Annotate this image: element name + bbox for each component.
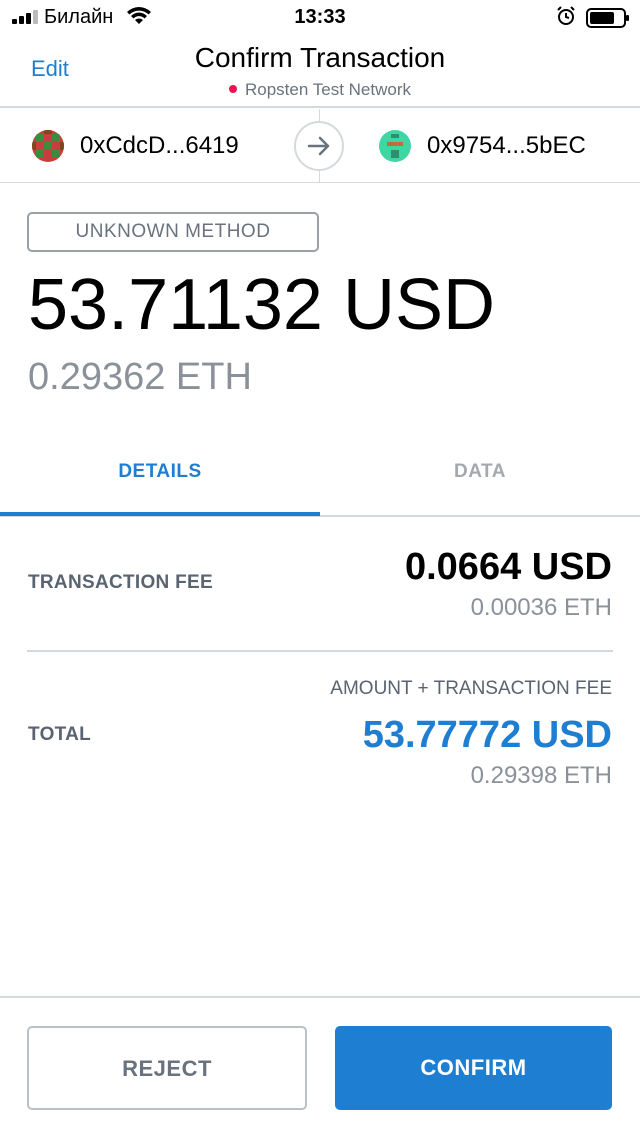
secondary-amount: 0.29362 ETH [28,356,252,398]
arrow-right-icon [294,121,344,171]
total-eth: 0.29398 ETH [470,762,612,789]
page-title: Confirm Transaction [194,42,446,73]
from-account[interactable]: 0xCdcD...6419 [32,109,239,183]
alarm-icon [557,6,575,25]
footer-divider [0,996,640,998]
total-usd: 53.77772 USD [362,714,612,756]
active-tab-indicator [0,512,320,516]
transaction-fee-eth: 0.00036 ETH [470,594,612,621]
to-identicon [379,130,411,162]
reject-button[interactable]: REJECT [27,1026,307,1110]
tab-details[interactable]: DETAILS [0,432,320,516]
battery-icon [586,8,629,28]
total-label: TOTAL [28,724,92,745]
from-identicon [32,130,64,162]
status-bar: Билайн 13:33 [0,0,640,36]
from-address: 0xCdcD...6419 [80,132,239,159]
confirm-button[interactable]: CONFIRM [335,1026,612,1110]
transaction-fee-usd: 0.0664 USD [404,546,612,588]
to-account[interactable]: 0x9754...5bEC [379,109,586,183]
network-status-dot [229,85,237,93]
transaction-fee-label: TRANSACTION FEE [28,572,213,593]
status-time: 13:33 [294,6,346,28]
method-badge: UNKNOWN METHOD [27,212,319,252]
tab-bar: DETAILS DATA [0,432,640,518]
account-transfer-row: 0xCdcD...6419 0x9754...5bEC [0,109,640,183]
network-indicator: Ropsten Test Network [0,80,640,100]
total-caption: AMOUNT + TRANSACTION FEE [330,678,612,699]
nav-header: Edit Confirm Transaction Ropsten Test Ne… [0,36,640,108]
network-name: Ropsten Test Network [245,80,411,99]
details-divider [27,650,613,652]
to-address: 0x9754...5bEC [427,132,586,159]
tab-data[interactable]: DATA [320,432,640,516]
primary-amount: 53.71132 USD [28,265,495,345]
